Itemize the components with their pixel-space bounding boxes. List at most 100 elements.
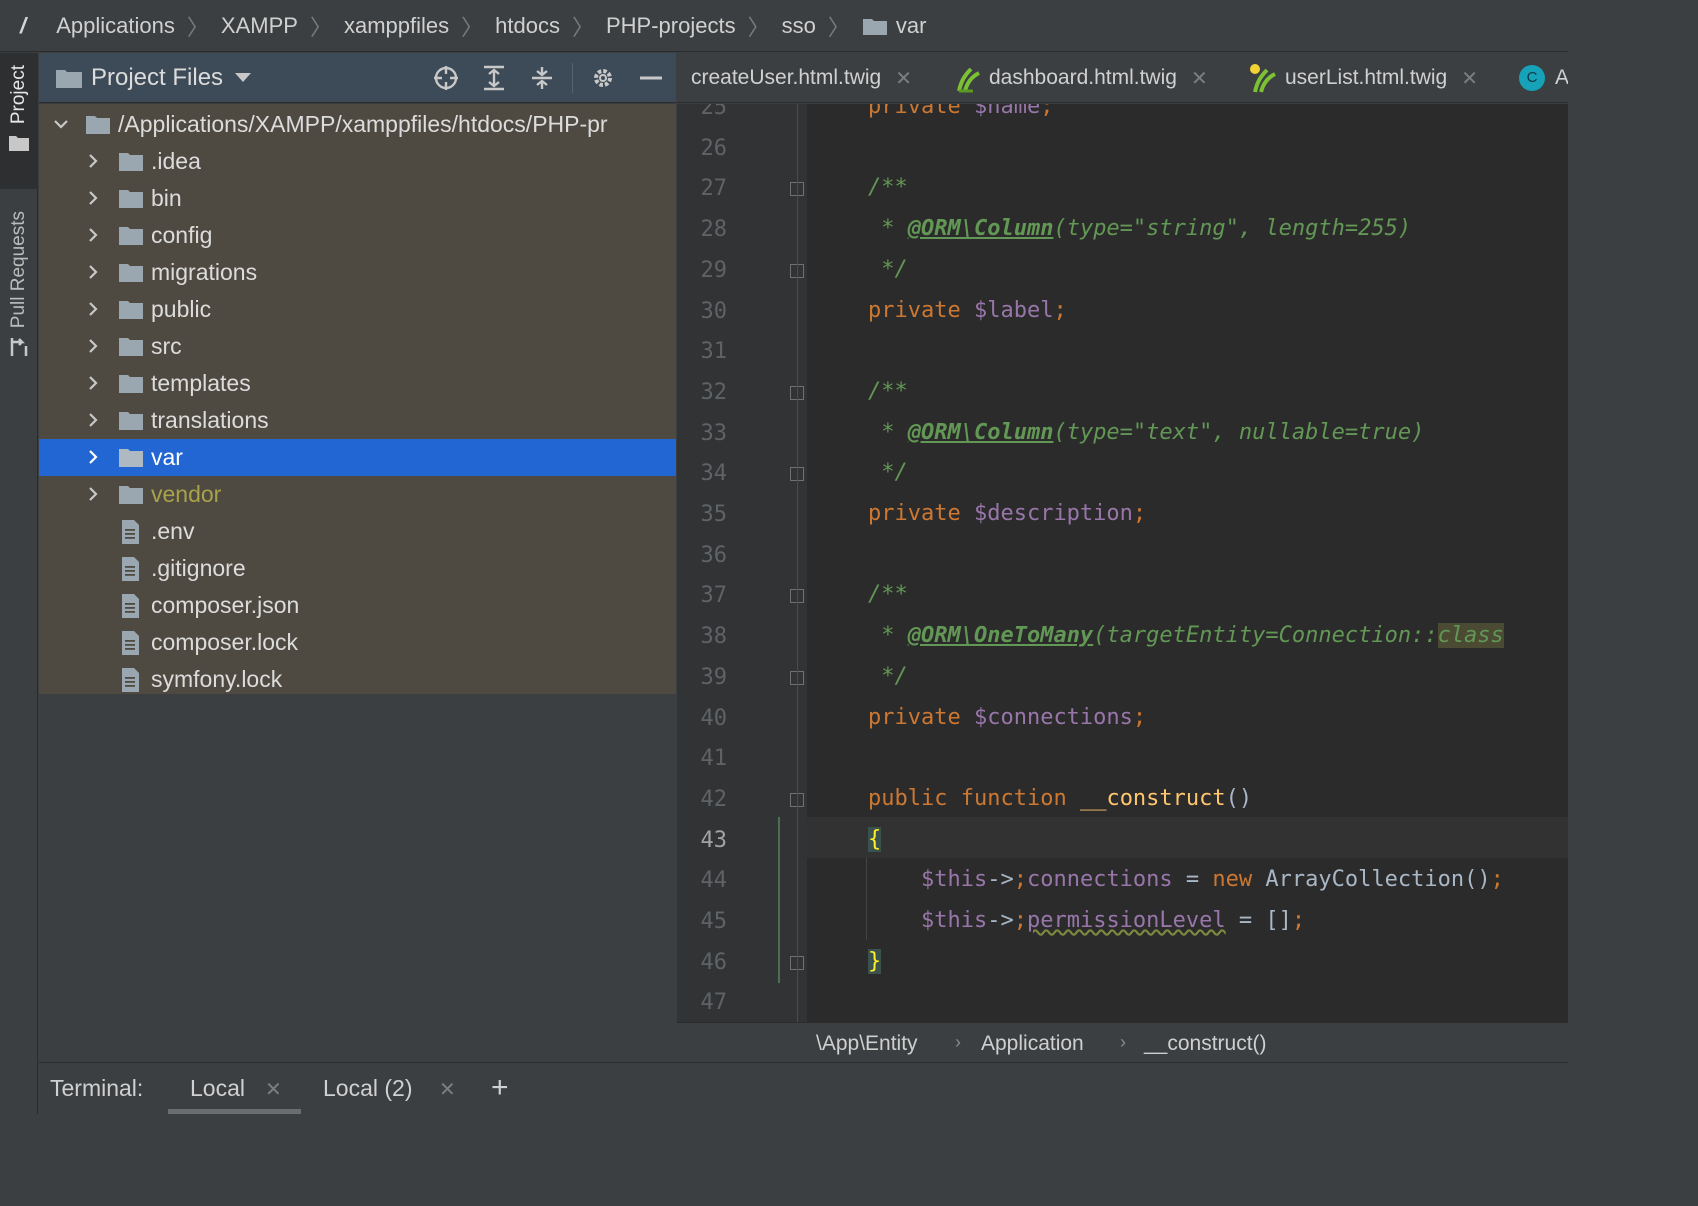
project-tool-tab[interactable]: Project (0, 53, 38, 189)
tree-root-item[interactable]: /Applications/XAMPP/xamppfiles/htdocs/PH… (39, 106, 676, 143)
breadcrumb-item-sso[interactable]: sso (782, 13, 816, 39)
tree-folder-item[interactable]: migrations (39, 254, 676, 291)
tree-item-label: composer.json (151, 592, 300, 618)
new-terminal-button[interactable]: + (491, 1071, 509, 1105)
chevron-right-icon: 〉 (827, 14, 850, 40)
breadcrumb-item-xamppfiles[interactable]: xamppfiles (344, 13, 449, 39)
class-file-icon: C (1519, 65, 1545, 91)
crumb-namespace[interactable]: \App\Entity (816, 1032, 918, 1056)
expand-all-button[interactable] (480, 64, 508, 92)
code-line[interactable]: * @ORM\Column(type="string", length=255) (868, 216, 1411, 241)
vcs-change-marker[interactable] (778, 817, 780, 983)
breadcrumb-item-php-projects[interactable]: PHP-projects (606, 13, 736, 39)
code-line[interactable]: * @ORM\Column(type="text", nullable=true… (868, 420, 1424, 445)
code-line[interactable]: * @ORM\OneToMany(targetEntity=Connection… (868, 623, 1504, 649)
hide-panel-button[interactable] (637, 64, 665, 92)
code-line[interactable]: private $name; (868, 104, 1053, 119)
tree-file-item[interactable]: .env (39, 513, 676, 550)
tree-folder-item[interactable]: translations (39, 402, 676, 439)
file-icon (122, 594, 139, 618)
chevron-right-icon[interactable] (85, 449, 101, 465)
folder-icon (119, 190, 143, 208)
close-icon[interactable]: ✕ (895, 66, 912, 91)
settings-button[interactable] (589, 64, 617, 92)
caret-line-highlight (807, 817, 1568, 858)
code-line[interactable]: private $description; (868, 501, 1146, 526)
code-line[interactable]: /** (868, 175, 908, 200)
code-line[interactable]: */ (868, 257, 908, 282)
code-line[interactable]: */ (868, 664, 908, 689)
tree-folder-item[interactable]: templates (39, 365, 676, 402)
tab-php-class[interactable]: C A (1519, 53, 1568, 102)
tree-file-item[interactable]: composer.lock (39, 624, 676, 661)
code-line[interactable]: /** (868, 379, 908, 404)
collapse-all-icon (532, 67, 552, 89)
twig-file-icon (1250, 64, 1276, 93)
chevron-right-icon[interactable] (85, 486, 101, 502)
breadcrumb-root[interactable]: / (20, 13, 26, 39)
chevron-right-icon[interactable] (85, 412, 101, 428)
tree-folder-item[interactable]: config (39, 217, 676, 254)
breadcrumb-item-xampp[interactable]: XAMPP (221, 13, 298, 39)
breadcrumb-item-htdocs[interactable]: htdocs (495, 13, 560, 39)
editor-breadcrumbs: \App\Entity › Application › __construct(… (677, 1022, 1568, 1062)
chevron-right-icon[interactable] (85, 190, 101, 206)
code-line[interactable]: /** (868, 582, 908, 607)
line-number: 41 (700, 746, 728, 772)
crumb-method[interactable]: __construct() (1144, 1032, 1267, 1056)
breadcrumb-item-applications[interactable]: Applications (56, 13, 175, 39)
tree-folder-item[interactable]: bin (39, 180, 676, 217)
close-icon[interactable]: ✕ (1191, 66, 1208, 91)
tree-folder-item[interactable]: src (39, 328, 676, 365)
code-line[interactable]: $this->;permissionLevel = []; (868, 908, 1305, 933)
tab-userlist-twig[interactable]: userList.html.twig ✕ (1247, 53, 1478, 102)
tree-file-item[interactable]: .gitignore (39, 550, 676, 587)
collapse-all-button[interactable] (528, 64, 556, 92)
tree-folder-item[interactable]: .idea (39, 143, 676, 180)
close-icon[interactable]: ✕ (265, 1077, 282, 1102)
breadcrumb-item-var[interactable]: var (862, 13, 926, 39)
code-line[interactable]: } (868, 948, 882, 974)
folder-icon (119, 486, 143, 504)
tree-folder-item[interactable]: public (39, 291, 676, 328)
line-number: 31 (700, 339, 728, 365)
chevron-down-icon[interactable] (53, 116, 69, 132)
chevron-right-icon[interactable] (85, 227, 101, 243)
code-line[interactable]: $this->;connections = new ArrayCollectio… (868, 867, 1504, 892)
tree-folder-item[interactable]: var (39, 439, 676, 476)
tab-dashboard-twig[interactable]: dashboard.html.twig ✕ (955, 53, 1208, 102)
tree-item-label: config (151, 222, 213, 248)
chevron-right-icon[interactable] (85, 153, 101, 169)
crumb-class[interactable]: Application (981, 1032, 1084, 1056)
indent-guide (866, 858, 867, 940)
locate-file-button[interactable] (432, 64, 460, 92)
tab-terminal-local-2[interactable]: Local (2) (323, 1075, 412, 1102)
terminal-bar: Terminal: Local ✕ Local (2) ✕ + (39, 1062, 1568, 1114)
code-editor[interactable]: 25 26 27 28 29 30 31 32 33 34 35 36 37 38 39 40 41 42 43 44… (677, 104, 1568, 1022)
breadcrumb-separator (38, 13, 44, 39)
line-number: 40 (700, 705, 728, 731)
tab-createuser-twig[interactable]: createUser.html.twig ✕ (691, 53, 912, 102)
tree-file-item[interactable]: symfony.lock (39, 661, 676, 698)
code-line[interactable]: { (868, 826, 882, 852)
code-line[interactable]: */ (868, 460, 908, 485)
chevron-right-icon[interactable] (85, 375, 101, 391)
chevron-down-icon[interactable] (235, 73, 252, 82)
project-view-title[interactable]: Project Files (91, 64, 223, 92)
gutter-divider (797, 104, 798, 1022)
line-number: 46 (700, 949, 728, 975)
chevron-right-icon[interactable] (85, 264, 101, 280)
chevron-right-icon[interactable] (85, 301, 101, 317)
tree-file-item[interactable]: composer.json (39, 587, 676, 624)
code-line[interactable]: private $connections; (868, 705, 1146, 730)
tree-item-label: .env (151, 518, 195, 544)
pull-requests-tool-tab[interactable]: Pull Requests (0, 211, 38, 381)
tree-item-label: bin (151, 185, 182, 211)
chevron-right-icon[interactable] (85, 338, 101, 354)
close-icon[interactable]: ✕ (1461, 66, 1478, 91)
tree-folder-item[interactable]: vendor (39, 476, 676, 513)
close-icon[interactable]: ✕ (439, 1077, 456, 1102)
code-line[interactable]: public function __construct() (868, 786, 1252, 811)
code-line[interactable]: private $label; (868, 298, 1067, 323)
tab-terminal-local[interactable]: Local (190, 1075, 245, 1102)
